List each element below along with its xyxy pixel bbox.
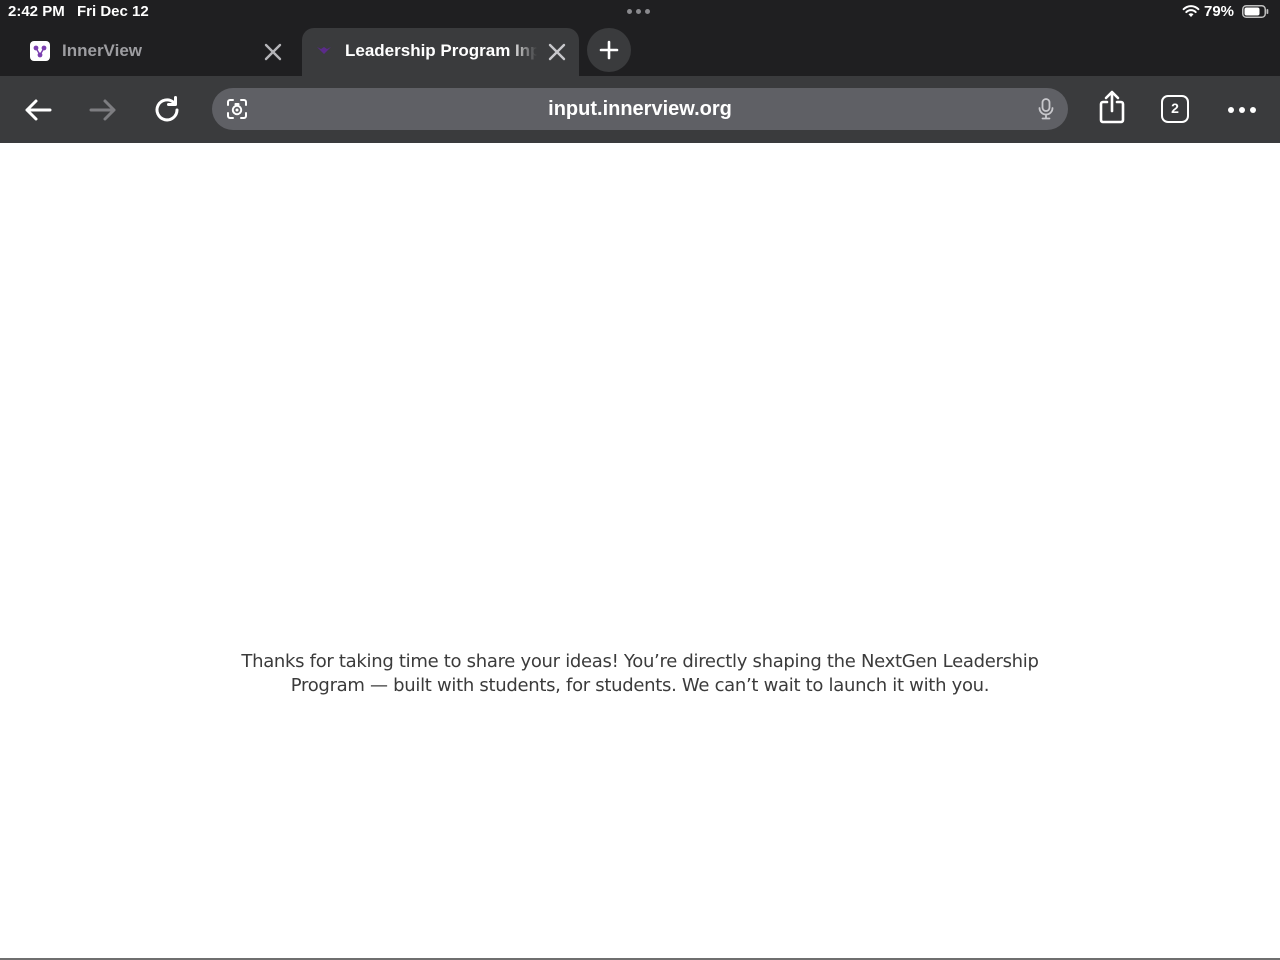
- arrow-left-icon: [25, 99, 52, 121]
- arrow-right-icon: [89, 99, 116, 121]
- forward-button[interactable]: [86, 93, 120, 127]
- battery-icon: [1242, 5, 1269, 18]
- page-content: Thanks for taking time to share your ide…: [0, 143, 1280, 958]
- browser-toolbar: input.innerview.org 2: [0, 76, 1280, 143]
- tab-title: InnerView: [62, 41, 142, 60]
- share-icon: [1099, 90, 1125, 124]
- url-text: input.innerview.org: [548, 98, 732, 120]
- reload-button[interactable]: [150, 93, 184, 127]
- tab-leadership-program-input[interactable]: Leadership Program Input: [302, 28, 579, 76]
- innerview-logo-icon: [30, 41, 50, 61]
- innerview-logo-icon: [314, 41, 334, 61]
- tab-switcher-button[interactable]: 2: [1161, 95, 1189, 123]
- wifi-icon: [1182, 4, 1200, 22]
- more-menu-button[interactable]: [1225, 93, 1259, 127]
- tab-title: Leadership Program Input: [345, 41, 537, 60]
- battery-percent: 79%: [1204, 3, 1235, 20]
- multitasking-dots-icon[interactable]: [627, 9, 650, 14]
- close-tab-icon[interactable]: [263, 42, 283, 62]
- plus-icon: [599, 40, 619, 60]
- back-button[interactable]: [21, 93, 55, 127]
- microphone-icon[interactable]: [1034, 97, 1058, 121]
- address-bar[interactable]: input.innerview.org: [212, 88, 1068, 130]
- reload-icon: [155, 96, 179, 122]
- more-horizontal-icon: [1228, 107, 1256, 113]
- status-date: Fri Dec 12: [77, 3, 149, 20]
- new-tab-button[interactable]: [587, 28, 631, 72]
- tab-strip: InnerView Leadership Program Input: [0, 24, 1280, 76]
- close-tab-icon[interactable]: [547, 42, 567, 62]
- share-button[interactable]: [1095, 90, 1129, 124]
- status-time: 2:42 PM: [8, 3, 65, 20]
- tab-innerview[interactable]: InnerView: [0, 28, 300, 76]
- status-bar: 2:42 PM Fri Dec 12 79%: [0, 0, 1280, 24]
- thank-you-message: Thanks for taking time to share your ide…: [241, 651, 1039, 696]
